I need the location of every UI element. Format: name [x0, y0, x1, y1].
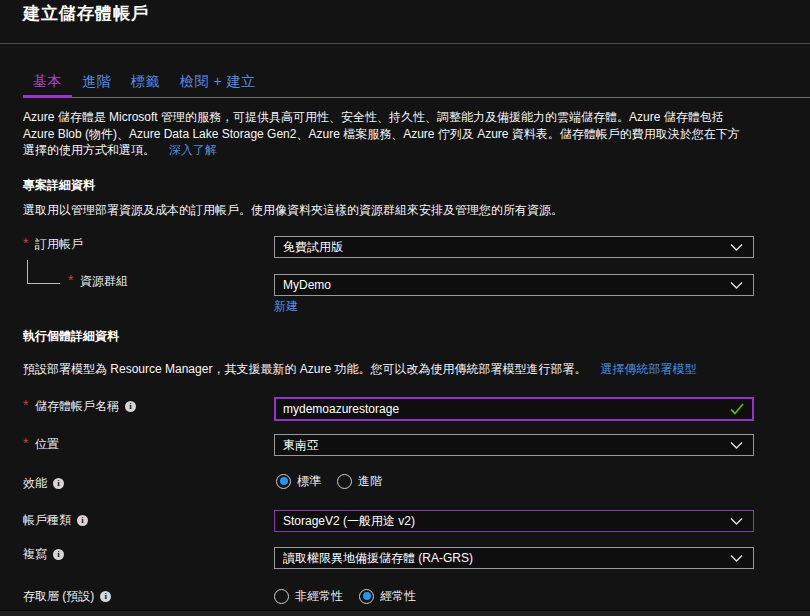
learn-more-link[interactable]: 深入了解: [169, 143, 217, 157]
chevron-down-icon: [730, 281, 743, 290]
info-icon[interactable]: i: [53, 478, 64, 489]
performance-label: 效能i: [23, 475, 64, 491]
chevron-down-icon: [730, 517, 743, 526]
subscription-required-asterisk: *: [23, 236, 28, 251]
radio-circle: [359, 589, 374, 604]
intro-paragraph: Azure 儲存體是 Microsoft 管理的服務，可提供具高可用性、安全性、…: [23, 109, 740, 159]
radio-circle: [276, 474, 291, 489]
subscription-label: 訂用帳戶: [35, 236, 83, 252]
tab-advanced[interactable]: 進階: [72, 67, 121, 98]
info-icon[interactable]: i: [100, 591, 111, 602]
tab-tags[interactable]: 標籤: [121, 67, 170, 98]
resource-group-label: 資源群組: [80, 273, 128, 289]
replication-label: 複寫i: [23, 546, 64, 562]
chevron-down-icon: [730, 441, 743, 450]
tab-basics[interactable]: 基本: [23, 67, 72, 98]
intro-line-3: 選擇的使用方式和選項。深入了解: [23, 142, 740, 159]
location-required-asterisk: *: [23, 436, 28, 451]
storage-name-input[interactable]: mydemoazurestorage: [274, 397, 754, 421]
location-select[interactable]: 東南亞: [274, 434, 754, 456]
classic-deployment-link[interactable]: 選擇傳統部署模型: [600, 362, 696, 376]
page-title: 建立儲存體帳戶: [23, 2, 149, 26]
account-kind-label: 帳戶種類i: [23, 512, 88, 528]
footer-strip: [0, 610, 810, 616]
chevron-down-icon: [730, 243, 743, 252]
resource-group-required-asterisk: *: [68, 273, 73, 288]
storage-name-required-asterisk: *: [23, 398, 28, 413]
tabbar: 基本 進階 標籤 檢閱 + 建立: [23, 67, 810, 98]
header-divider: [0, 43, 810, 44]
access-tier-cool-radio[interactable]: 非經常性: [274, 588, 343, 604]
chevron-down-icon: [730, 554, 743, 563]
location-label: 位置: [35, 436, 59, 452]
radio-circle: [337, 474, 352, 489]
tree-connector-horizontal: [27, 283, 60, 284]
info-icon[interactable]: i: [53, 549, 64, 560]
create-new-resource-group-link[interactable]: 新建: [274, 299, 298, 313]
account-kind-select[interactable]: StorageV2 (一般用途 v2): [274, 510, 754, 532]
instance-details-title: 執行個體詳細資料: [23, 328, 119, 345]
access-tier-label: 存取層 (預設)i: [23, 588, 111, 604]
subscription-select[interactable]: 免費試用版: [274, 236, 754, 258]
performance-premium-radio[interactable]: 進階: [337, 473, 382, 489]
info-icon[interactable]: i: [125, 401, 136, 412]
tree-connector-vertical: [27, 260, 28, 284]
project-details-title: 專案詳細資料: [23, 177, 95, 194]
radio-circle: [274, 589, 289, 604]
storage-name-label: 儲存體帳戶名稱i: [35, 398, 136, 414]
tab-review-create[interactable]: 檢閱 + 建立: [170, 67, 265, 98]
valid-check-icon: [730, 403, 744, 415]
performance-standard-radio[interactable]: 標準: [276, 473, 321, 489]
resource-group-select[interactable]: MyDemo: [274, 274, 754, 296]
replication-select[interactable]: 讀取權限異地備援儲存體 (RA-GRS): [274, 547, 754, 569]
access-tier-hot-radio[interactable]: 經常性: [359, 588, 416, 604]
project-details-description: 選取用以管理部署資源及成本的訂用帳戶。使用像資料夾這樣的資源群組來安排及管理您的…: [23, 202, 563, 219]
info-icon[interactable]: i: [77, 515, 88, 526]
intro-line-2: Azure Blob (物件)、Azure Data Lake Storage …: [23, 126, 740, 143]
intro-line-1: Azure 儲存體是 Microsoft 管理的服務，可提供具高可用性、安全性、…: [23, 109, 740, 126]
instance-details-description: 預設部署模型為 Resource Manager，其支援最新的 Azure 功能…: [23, 361, 696, 378]
